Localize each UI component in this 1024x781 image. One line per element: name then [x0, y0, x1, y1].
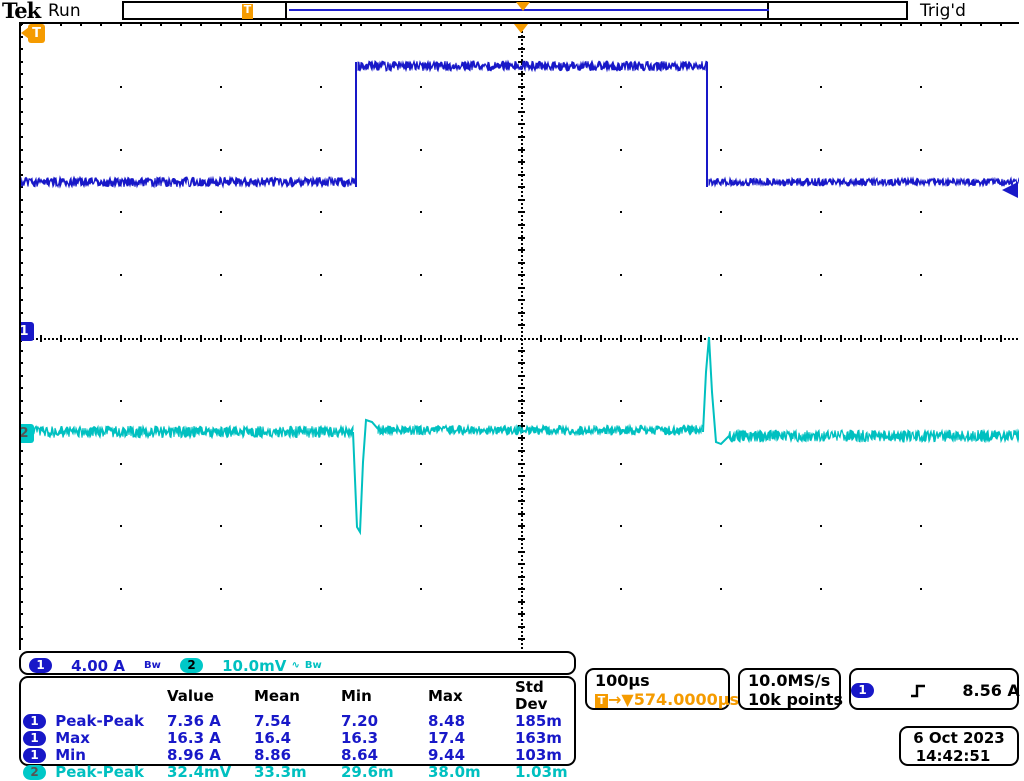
- measurement-row-name: 1 Peak-Peak: [21, 713, 165, 730]
- measurement-min: 16.3: [339, 730, 426, 747]
- measurement-value: 32.4mV: [165, 764, 252, 781]
- measurement-table[interactable]: Value Mean Min Max Std Dev 1 Peak-Peak7.…: [19, 676, 576, 766]
- channel-2-scale[interactable]: 10.0mV: [222, 657, 286, 675]
- measurement-stddev: 163m: [513, 730, 574, 747]
- measurement-row-name: 1 Max: [21, 730, 165, 747]
- measurement-col-stddev: Std Dev: [513, 679, 574, 713]
- measurement-row-name: 1 Min: [21, 747, 165, 764]
- measurement-min: 29.6m: [339, 764, 426, 781]
- channel-1-scale[interactable]: 4.00 A: [71, 657, 125, 675]
- date-label: 6 Oct 2023: [901, 729, 1017, 747]
- measurement-row-channel-badge: 1: [23, 748, 46, 763]
- channel-settings-bar[interactable]: 1 4.00 A Bw 2 10.0mV ∿ Bw: [19, 651, 576, 675]
- measurement-row-name: 2 Peak-Peak: [21, 764, 165, 781]
- measurement-max: 17.4: [426, 730, 513, 747]
- measurement-max: 8.48: [426, 713, 513, 730]
- timebase-position[interactable]: T→▼574.0000µs: [595, 690, 739, 709]
- channel-1-reference-marker[interactable]: 1: [19, 322, 34, 341]
- sample-rate[interactable]: 10.0MS/s: [748, 671, 830, 690]
- measurement-row-channel-badge: 1: [23, 714, 46, 729]
- measurement-mean: 16.4: [252, 730, 339, 747]
- measurement-stddev: 1.03m: [513, 764, 574, 781]
- measurement-row-channel-badge: 2: [23, 765, 46, 780]
- measurement-value: 7.36 A: [165, 713, 252, 730]
- measurement-header-row: Value Mean Min Max Std Dev: [21, 679, 574, 713]
- measurement-col-value: Value: [165, 679, 252, 713]
- measurement-min: 8.64: [339, 747, 426, 764]
- timebase-position-marker-icon: T: [595, 694, 608, 708]
- channel-2-reference-marker[interactable]: 2: [19, 424, 34, 443]
- measurement-mean: 8.86: [252, 747, 339, 764]
- measurement-stddev: 185m: [513, 713, 574, 730]
- channel-1-trace: [21, 61, 1019, 187]
- channel-2-badge[interactable]: 2: [180, 658, 203, 673]
- tek-logo: Tek: [2, 0, 40, 23]
- timebase-position-value: 574.0000µs: [634, 690, 739, 709]
- measurement-max: 38.0m: [426, 764, 513, 781]
- record-view-bar[interactable]: T: [122, 1, 908, 20]
- waveform-traces: [21, 24, 1019, 650]
- trigger-source-badge[interactable]: 1: [851, 683, 874, 698]
- top-status-bar: Tek Run Trig'd T: [0, 0, 1024, 22]
- trigger-level-marker-label: T: [28, 24, 45, 43]
- record-trigger-marker[interactable]: T: [242, 4, 253, 19]
- measurement-value: 8.96 A: [165, 747, 252, 764]
- channel-1-bandwidth-icon: Bw: [144, 660, 161, 671]
- trigger-level-arrow-icon[interactable]: [1002, 182, 1018, 198]
- waveform-graticule[interactable]: T 1 2: [19, 22, 1019, 650]
- measurement-min: 7.20: [339, 713, 426, 730]
- record-length[interactable]: 10k points: [748, 690, 843, 709]
- measurement-row[interactable]: 2 Peak-Peak32.4mV33.3m29.6m38.0m1.03m: [21, 764, 574, 781]
- measurement-mean: 7.54: [252, 713, 339, 730]
- trigger-status: Trig'd: [920, 1, 966, 21]
- trigger-box[interactable]: 1 8.56 A: [849, 668, 1019, 710]
- measurement-col-min: Min: [339, 679, 426, 713]
- trigger-position-arrow-icon[interactable]: [514, 24, 528, 33]
- rising-edge-icon: [910, 683, 926, 699]
- channel-2-marker-label: 2: [19, 424, 34, 443]
- measurement-row-channel-badge: 1: [23, 731, 46, 746]
- measurement-max: 9.44: [426, 747, 513, 764]
- measurement-name-header: [21, 679, 165, 713]
- measurement-row[interactable]: 1 Peak-Peak7.36 A7.547.208.48185m: [21, 713, 574, 730]
- acquisition-run-state[interactable]: Run: [48, 1, 81, 21]
- measurement-col-mean: Mean: [252, 679, 339, 713]
- timebase-scale[interactable]: 100µs: [595, 671, 650, 690]
- timebase-arrow-icon: →▼: [608, 690, 634, 709]
- measurement-col-max: Max: [426, 679, 513, 713]
- measurement-stddev: 103m: [513, 747, 574, 764]
- channel-2-bandwidth-icon: Bw: [305, 660, 322, 671]
- time-label: 14:42:51: [895, 747, 1011, 765]
- timebase-box[interactable]: 100µs T→▼574.0000µs: [585, 668, 730, 710]
- channel-2-ac-coupling-icon: ∿: [291, 660, 299, 671]
- acquisition-box[interactable]: 10.0MS/s 10k points: [738, 668, 841, 710]
- channel-1-marker-label: 1: [19, 322, 34, 341]
- record-position-arrow-icon[interactable]: [516, 2, 530, 11]
- measurement-row[interactable]: 1 Min8.96 A8.868.649.44103m: [21, 747, 574, 764]
- trigger-level-marker[interactable]: T: [21, 24, 51, 44]
- datetime-box: 6 Oct 2023 14:42:51: [899, 726, 1019, 766]
- measurement-mean: 33.3m: [252, 764, 339, 781]
- channel-2-trace: [21, 337, 1019, 532]
- measurement-row[interactable]: 1 Max16.3 A16.416.317.4163m: [21, 730, 574, 747]
- channel-1-badge[interactable]: 1: [29, 658, 52, 673]
- trigger-level-value[interactable]: 8.56 A: [962, 681, 1019, 700]
- measurement-value: 16.3 A: [165, 730, 252, 747]
